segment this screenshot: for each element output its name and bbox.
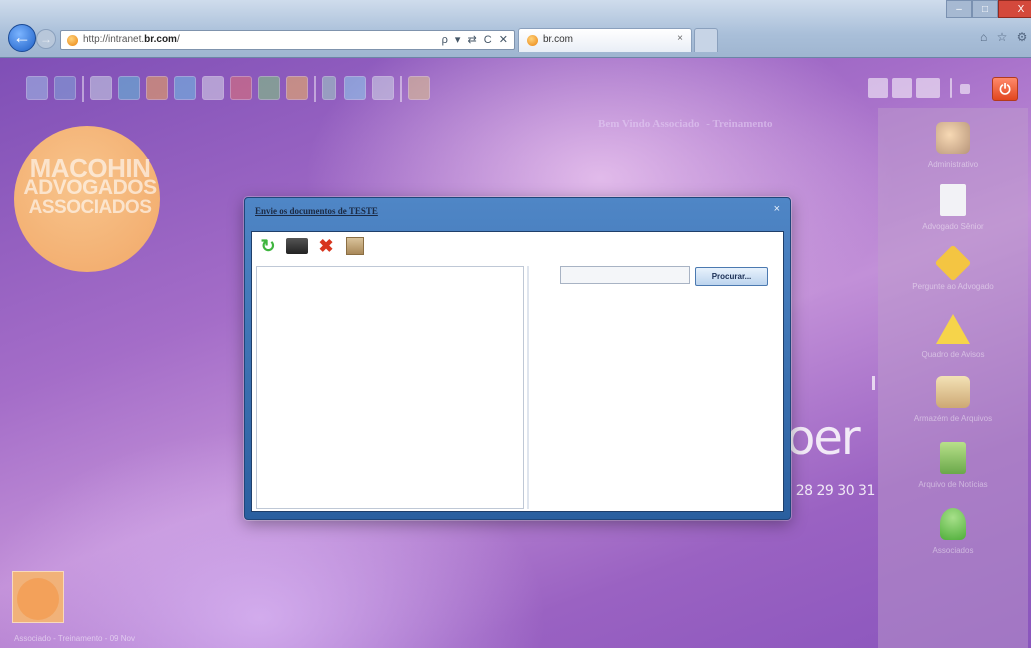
question-diamond-icon — [934, 244, 972, 282]
sidebar-item-advogado[interactable]: Advogado Sênior — [878, 184, 1028, 231]
background-calendar-word: oer — [786, 410, 861, 466]
tab-title: br.com — [543, 34, 574, 45]
refresh-icon[interactable]: ↻ — [258, 236, 278, 256]
upload-dialog: Envie os documentos de TESTE × ↻ ✖ Procu… — [244, 197, 791, 520]
layout-icon[interactable] — [868, 78, 888, 98]
mini-logo-circle — [17, 578, 59, 620]
welcome-user: Treinamento — [712, 118, 773, 130]
panel-divider — [527, 266, 529, 509]
delete-doc-icon[interactable] — [230, 76, 252, 100]
browse-button[interactable]: Procurar... — [695, 267, 768, 286]
toolbar-separator — [314, 76, 316, 102]
warning-icon — [936, 314, 970, 344]
forward-button[interactable]: → — [36, 29, 56, 49]
right-sidebar: Administrativo Advogado Sênior Pergunte … — [878, 108, 1028, 648]
clock-doc-icon[interactable] — [286, 76, 308, 100]
address-tools-icon[interactable]: ρ ▾ ⇄ C ✕ — [442, 33, 510, 46]
sidebar-item-administrativo[interactable]: Administrativo — [878, 122, 1028, 169]
tab-close-icon[interactable]: × — [677, 33, 683, 44]
dialog-title: Envie os documentos de TESTE — [255, 206, 378, 216]
window-controls: ‒ □ X — [946, 0, 1031, 18]
alert-doc-icon[interactable] — [146, 76, 168, 100]
logout-power-button[interactable]: ⏻ — [992, 77, 1018, 101]
file-path-input[interactable] — [560, 266, 690, 284]
close-window-button[interactable]: X — [998, 0, 1031, 18]
address-url: http://intranet.br.com/ — [83, 34, 180, 45]
user-icon — [940, 508, 966, 540]
maximize-button[interactable]: □ — [972, 0, 998, 18]
mini-logo — [12, 571, 64, 623]
report-icon[interactable] — [408, 76, 430, 100]
welcome-message: Bem Vindo Associado - Treinamento — [598, 118, 773, 130]
sidebar-item-avisos[interactable]: Quadro de Avisos — [878, 314, 1028, 359]
home-favorites-tools-icon[interactable]: ⌂ ☆ ⚙ — [980, 30, 1030, 44]
address-bar[interactable]: http://intranet.br.com/ ρ ▾ ⇄ C ✕ — [60, 30, 515, 50]
users-icon — [936, 122, 970, 154]
notes-icon[interactable] — [54, 76, 76, 100]
view-icon[interactable] — [892, 78, 912, 98]
document-icon — [940, 184, 966, 216]
status-text: Associado - Treinamento - 09 Nov — [14, 634, 135, 643]
header-separator — [950, 78, 952, 98]
sidebar-item-noticias[interactable]: Arquivo de Notícias — [878, 442, 1028, 489]
sidebar-item-pergunte[interactable]: Pergunte ao Advogado — [878, 244, 1028, 291]
background-mark — [872, 376, 875, 390]
tab-favicon-icon — [527, 35, 538, 46]
browser-chrome: ← → http://intranet.br.com/ ρ ▾ ⇄ C ✕ br… — [0, 0, 1031, 58]
refresh-doc-icon[interactable] — [118, 76, 140, 100]
toolbar-separator — [82, 76, 84, 102]
new-tab-button[interactable] — [694, 28, 718, 52]
minimize-button[interactable]: ‒ — [946, 0, 972, 18]
image-icon[interactable] — [344, 76, 366, 100]
box-icon — [936, 376, 970, 408]
site-favicon-icon — [67, 35, 78, 46]
folder-icon — [940, 442, 966, 474]
scanner-icon[interactable] — [286, 238, 308, 254]
toolbar-separator — [400, 76, 402, 102]
archive-box-icon[interactable] — [346, 237, 364, 255]
calendar-icon[interactable] — [26, 76, 48, 100]
file-list-panel[interactable] — [256, 266, 524, 509]
sidebar-item-associados[interactable]: Associados — [878, 508, 1028, 555]
delete-icon[interactable]: ✖ — [316, 236, 336, 256]
grid-icon[interactable] — [916, 78, 940, 98]
back-button[interactable]: ← — [8, 24, 36, 52]
windows-icon[interactable] — [372, 76, 394, 100]
dialog-close-icon[interactable]: × — [774, 203, 780, 215]
mail-icon[interactable] — [90, 76, 112, 100]
download-doc-icon[interactable] — [258, 76, 280, 100]
company-logo-text: MACOHIN ADVOGADOS ASSOCIADOS — [23, 153, 157, 218]
edit-doc-icon[interactable] — [202, 76, 224, 100]
dialog-body: ↻ ✖ Procurar... — [251, 231, 784, 512]
database-icon[interactable] — [322, 76, 336, 100]
sidebar-item-armazem[interactable]: Armazém de Arquivos — [878, 376, 1028, 423]
square-icon[interactable] — [960, 84, 970, 94]
browser-tab[interactable]: br.com × — [518, 28, 692, 52]
check-doc-icon[interactable] — [174, 76, 196, 100]
